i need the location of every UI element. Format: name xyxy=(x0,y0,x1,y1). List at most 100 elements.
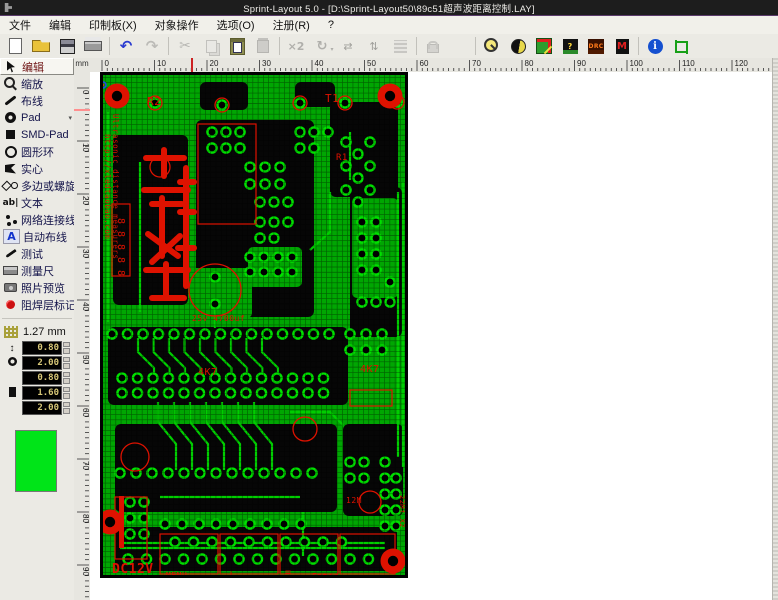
print-button[interactable] xyxy=(80,34,106,58)
duplicate-button[interactable]: ×2 xyxy=(283,34,309,58)
svg-text:30: 30 xyxy=(81,249,90,258)
pad-icon xyxy=(3,111,18,124)
sidebar-item-route[interactable]: 布线 xyxy=(0,92,74,109)
cut-button[interactable]: ✂ xyxy=(172,34,198,58)
info-button[interactable]: i xyxy=(642,34,668,58)
pcb-board: 88888R2T1R14K74K725v 4700uf12MDC12VMENU+… xyxy=(100,72,408,578)
text-icon: ab| xyxy=(3,196,18,209)
sidebar-item-label: 网络连接线 xyxy=(21,212,74,228)
cut-icon: ✂ xyxy=(179,38,191,54)
track-width-icon: ↕ xyxy=(2,343,22,354)
menu-item-3[interactable]: 对象操作 xyxy=(146,15,208,35)
sidebar-item-test[interactable]: 测试 xyxy=(0,245,74,262)
svg-text:50: 50 xyxy=(367,59,376,68)
sidebar-item-smd-pad[interactable]: SMD-Pad xyxy=(0,126,74,143)
mirror-horizontal-button[interactable]: ⇄ xyxy=(335,34,361,58)
redo-button[interactable]: ↷ xyxy=(139,34,165,58)
sidebar-item-label: 文本 xyxy=(21,195,43,211)
testmode-button[interactable]: ? xyxy=(557,34,583,58)
chevron-down-icon[interactable]: ▾ xyxy=(68,114,72,122)
svg-text:25v 4700uf: 25v 4700uf xyxy=(192,314,245,323)
sidebar-item-measure[interactable]: 测量尺 xyxy=(0,262,74,279)
sidebar-item-special-form[interactable]: 多边或螺旋 xyxy=(0,177,74,194)
track-width-value[interactable]: 0.80 xyxy=(22,341,62,355)
pad-outer-diameter-value[interactable]: 2.00 xyxy=(22,356,62,370)
smd-pad-width-row: 1.60 xyxy=(2,386,74,400)
sidebar-item-solder-mask[interactable]: 阻焊层标记 xyxy=(0,296,74,313)
mirror-vertical-button[interactable]: ⇅ xyxy=(361,34,387,58)
vertical-scrollbar[interactable] xyxy=(772,58,778,600)
rotate-icon: ↻ xyxy=(317,39,328,54)
svg-text:http://xledtaobao.com: http://xledtaobao.com xyxy=(103,134,112,239)
svg-text:70: 70 xyxy=(81,461,90,470)
sidebar-item-label: 测量尺 xyxy=(21,263,54,279)
sidebar-item-photo-preview[interactable]: 照片预览 xyxy=(0,279,74,296)
solder-mask-icon xyxy=(3,298,18,311)
menu-item-2[interactable]: 印制板(X) xyxy=(80,15,146,35)
layer-color-swatch[interactable] xyxy=(15,430,57,492)
layout-canvas[interactable]: 88888R2T1R14K74K725v 4700uf12MDC12VMENU+… xyxy=(90,72,772,600)
pad-drill-diameter-spinner[interactable] xyxy=(63,372,70,385)
menu-item-4[interactable]: 选项(O) xyxy=(208,15,264,35)
grid-setting[interactable]: 1.27 mm xyxy=(0,324,74,340)
sidebar-item-label: 布线 xyxy=(21,93,43,109)
grid-button[interactable] xyxy=(387,34,413,58)
menu-item-1[interactable]: 编辑 xyxy=(40,15,80,35)
svg-text:20: 20 xyxy=(81,196,90,205)
capture-icon xyxy=(675,38,688,54)
menu-item-0[interactable]: 文件 xyxy=(0,15,40,35)
menu-item-6[interactable]: ? xyxy=(319,17,343,33)
toolbar-separator xyxy=(279,37,280,55)
macros-button[interactable]: M xyxy=(609,34,635,58)
new-button[interactable] xyxy=(2,34,28,58)
zoom-button[interactable] xyxy=(479,34,505,58)
smd-pad-height-value[interactable]: 2.00 xyxy=(22,401,62,415)
macros-icon: M xyxy=(616,39,629,54)
copy-button[interactable] xyxy=(198,34,224,58)
capture-button[interactable] xyxy=(668,34,694,58)
pad-outer-diameter-spinner[interactable] xyxy=(63,357,70,370)
drc-button[interactable]: DRC xyxy=(583,34,609,58)
svg-text:60: 60 xyxy=(420,59,429,68)
grid-icon xyxy=(4,326,18,338)
lock-button[interactable] xyxy=(420,34,446,58)
smd-pad-width-value[interactable]: 1.60 xyxy=(22,386,62,400)
grid-size-label: 1.27 mm xyxy=(23,326,66,338)
new-icon xyxy=(9,38,22,54)
smd-pad-height-spinner[interactable] xyxy=(63,402,70,415)
photo-icon xyxy=(536,38,552,54)
ruler-unit-label: mm xyxy=(74,58,90,72)
pad-drill-diameter-value[interactable]: 0.80 xyxy=(22,371,62,385)
measure-icon xyxy=(3,264,18,277)
delete-button[interactable] xyxy=(250,34,276,58)
contrast-button[interactable] xyxy=(505,34,531,58)
menu-item-5[interactable]: 注册(R) xyxy=(264,15,319,35)
sidebar-item-pad[interactable]: Pad▾ xyxy=(0,109,74,126)
svg-text:120: 120 xyxy=(735,59,749,68)
sidebar-item-label: 自动布线 xyxy=(23,229,67,245)
redo-icon: ↷ xyxy=(146,37,159,55)
svg-text:30: 30 xyxy=(262,59,271,68)
sidebar-item-edit[interactable]: 编辑 xyxy=(0,58,74,75)
sidebar-item-connections[interactable]: 网络连接线 xyxy=(0,211,74,228)
paste-button[interactable] xyxy=(224,34,250,58)
save-button[interactable] xyxy=(54,34,80,58)
rotate-button[interactable]: ↻ xyxy=(309,34,335,58)
sidebar-item-label: 多边或螺旋 xyxy=(21,178,74,194)
sidebar-item-label: 测试 xyxy=(21,246,43,262)
undo-button[interactable]: ↶ xyxy=(113,34,139,58)
sidebar-item-autoroute[interactable]: A自动布线 xyxy=(0,228,74,245)
smd-pad-width-spinner[interactable] xyxy=(63,387,70,400)
sidebar-item-zone[interactable]: 实心 xyxy=(0,160,74,177)
info-icon: i xyxy=(648,39,663,54)
sidebar-item-text[interactable]: ab|文本 xyxy=(0,194,74,211)
photo-button[interactable] xyxy=(531,34,557,58)
open-button[interactable] xyxy=(28,34,54,58)
sidebar-item-label: 照片预览 xyxy=(21,280,65,296)
sidebar-item-zoom[interactable]: 缩放 xyxy=(0,75,74,92)
svg-text:60: 60 xyxy=(81,408,90,417)
sidebar-item-ring[interactable]: 圆形环 xyxy=(0,143,74,160)
track-width-spinner[interactable] xyxy=(63,342,70,355)
unlock-button[interactable] xyxy=(446,34,472,58)
toolbar: ↶ ↷ ✂ ×2 ↻ ⇄⇅?DRC Mi xyxy=(0,34,778,59)
